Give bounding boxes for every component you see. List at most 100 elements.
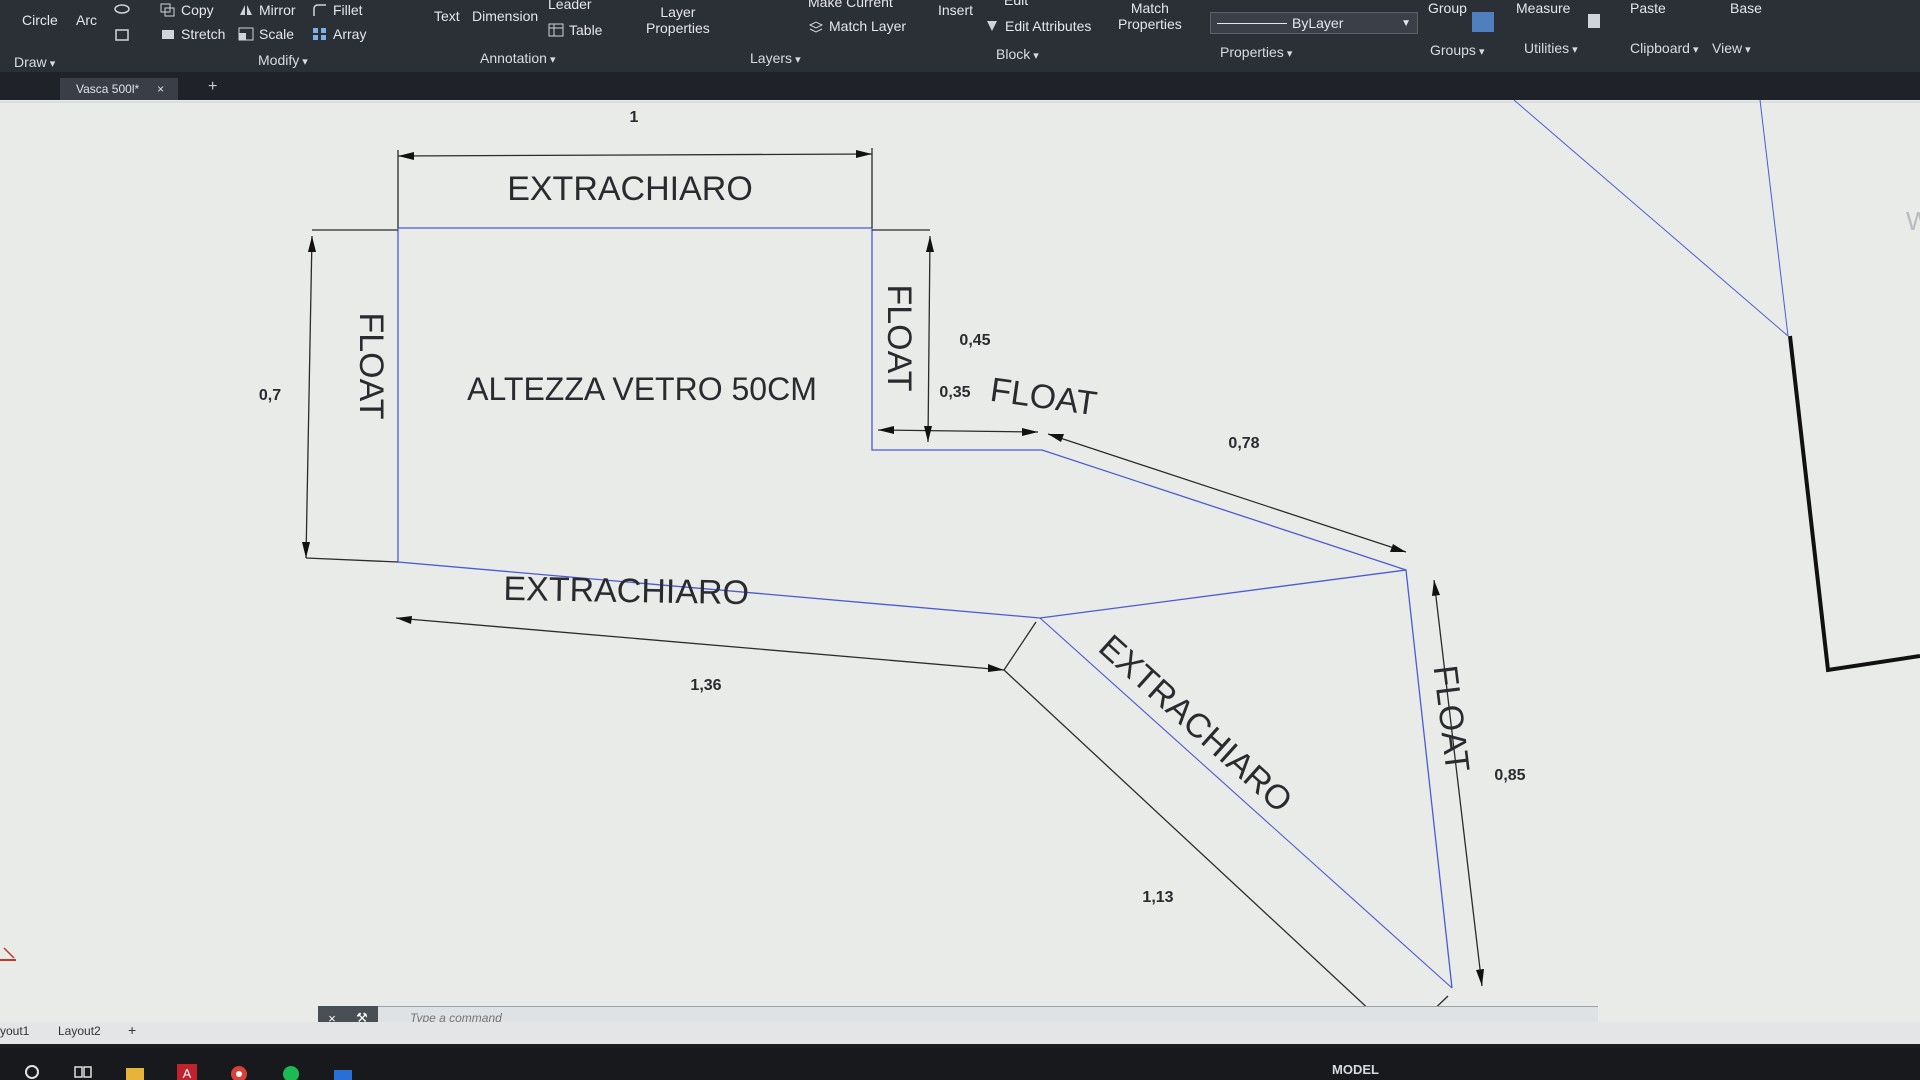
make-current-button[interactable]: Make Current [808,0,893,10]
view-group-label[interactable]: View [1712,40,1751,56]
label-float-diag: FLOAT [988,371,1099,424]
match-properties-button[interactable]: Match Properties [1118,0,1182,32]
arrow [988,664,1004,672]
fillet-button[interactable]: Fillet [312,2,363,18]
chevron-down-icon: ▼ [1401,17,1411,29]
scale-button[interactable]: Scale [238,26,294,42]
rectangle-icon[interactable] [114,28,130,42]
tab-layout1[interactable]: yout1 [0,1024,29,1038]
clipboard-group-label[interactable]: Clipboard [1630,40,1699,56]
dim-line-top [397,153,873,157]
layer-properties-label-1: Layer [660,4,696,20]
base-button[interactable]: Base [1730,0,1762,16]
group-select-icon[interactable] [1472,12,1494,32]
cad-drawing[interactable]: EXTRACHIARO FLOAT ALTEZZA VETRO 50CM FLO… [0,100,1920,1022]
close-icon[interactable]: × [157,78,164,100]
autocad-icon[interactable]: A [176,1064,198,1080]
arrow [924,426,932,442]
copy-label: Copy [181,2,214,18]
dim-value-045: 0,45 [959,332,990,349]
task-view-icon[interactable] [72,1064,94,1080]
label-float-left: FLOAT [352,312,390,419]
ucs-icon [0,947,16,961]
dim-value-035: 0,35 [939,384,970,401]
layer-properties-button[interactable]: Layer Properties [646,4,710,36]
document-tab[interactable]: Vasca 500l* × [60,78,179,100]
ribbon: Circle Arc Draw Copy Mirror Fillet Stret… [0,0,1920,72]
base-label: Base [1730,0,1762,16]
properties-group-label[interactable]: Properties [1220,44,1292,60]
fillet-icon [313,4,326,16]
text-button[interactable]: Text [434,8,460,24]
arrow [1476,969,1484,986]
dimension-button[interactable]: Dimension [472,8,538,24]
arrow [1432,580,1440,596]
arc-button[interactable]: Arc [76,12,97,28]
svg-text:A: A [183,1066,192,1080]
label-extrachiaro-bottom: EXTRACHIARO [503,570,749,612]
copy-button[interactable]: Copy [160,2,214,18]
leader-label: Leader [548,0,592,12]
measure-label: Measure [1516,0,1571,16]
arrow [1022,428,1038,436]
folder-icon[interactable] [124,1064,146,1080]
linetype-dropdown[interactable]: ByLayer ▼ [1210,12,1418,34]
dimension-lines [305,148,1483,1022]
groups-group-label[interactable]: Groups [1430,42,1485,58]
mirror-button[interactable]: Mirror [238,2,296,18]
arc-label: Arc [76,12,97,28]
dim-value-085: 0,85 [1494,767,1525,784]
mail-icon[interactable] [332,1064,354,1080]
chrome-icon[interactable] [228,1064,250,1080]
match-layer-icon [808,21,824,33]
drawing-canvas[interactable]: EXTRACHIARO FLOAT ALTEZZA VETRO 50CM FLO… [0,100,1920,1022]
edit-button[interactable]: Edit [1004,0,1028,8]
utilities-group-label[interactable]: Utilities [1524,40,1578,56]
orbit-icon[interactable] [114,2,130,16]
add-layout-button[interactable]: + [128,1022,136,1038]
background-blue-line-2 [1759,100,1789,337]
new-tab-button[interactable]: + [208,78,217,96]
insert-button[interactable]: Insert [938,2,973,18]
spotify-icon[interactable] [280,1064,302,1080]
tab-layout2[interactable]: Layout2 [58,1024,101,1038]
block-group-label[interactable]: Block [996,46,1039,62]
modify-group-label[interactable]: Modify [258,52,308,68]
mirror-icon [240,5,252,15]
label-altezza-vetro: ALTEZZA VETRO 50CM [467,371,817,407]
dim-ext-136 [1003,621,1037,671]
make-current-label: Make Current [808,0,893,10]
stretch-icon [162,30,174,39]
stretch-button[interactable]: Stretch [160,26,225,42]
edit-attributes-button[interactable]: Edit Attributes [984,18,1091,34]
edit-label: Edit [1004,0,1029,8]
dim-ext-left-bottom [305,557,399,563]
table-label: Table [569,22,603,38]
stretch-label: Stretch [181,26,226,42]
leader-button[interactable]: Leader [548,0,592,12]
table-button[interactable]: Table [548,22,602,38]
measure-button[interactable]: Measure [1516,0,1570,16]
paste-button[interactable]: Paste [1630,0,1666,16]
layers-group-label[interactable]: Layers [750,50,801,66]
scale-label: Scale [259,26,295,42]
match-layer-button[interactable]: Match Layer [808,18,906,34]
search-icon[interactable] [22,1064,44,1080]
edit-attributes-icon [987,21,997,31]
draw-group-label[interactable]: Draw [14,54,55,70]
match-properties-label-2: Properties [1118,16,1182,32]
array-label: Array [333,26,367,42]
arrow [302,542,310,558]
arrow [398,152,414,160]
group-button[interactable]: Group [1428,0,1467,16]
dim-line-078 [1047,433,1407,553]
match-properties-label-1: Match [1130,0,1169,16]
model-space-status[interactable]: MODEL [1332,1062,1379,1077]
arrow [1390,544,1406,552]
circle-button[interactable]: Circle [22,12,58,28]
annotation-group-label[interactable]: Annotation [480,50,556,66]
paste-label: Paste [1630,0,1666,16]
background-blue-line [1513,100,1789,337]
calculator-icon[interactable] [1588,14,1600,28]
array-button[interactable]: Array [312,26,366,42]
